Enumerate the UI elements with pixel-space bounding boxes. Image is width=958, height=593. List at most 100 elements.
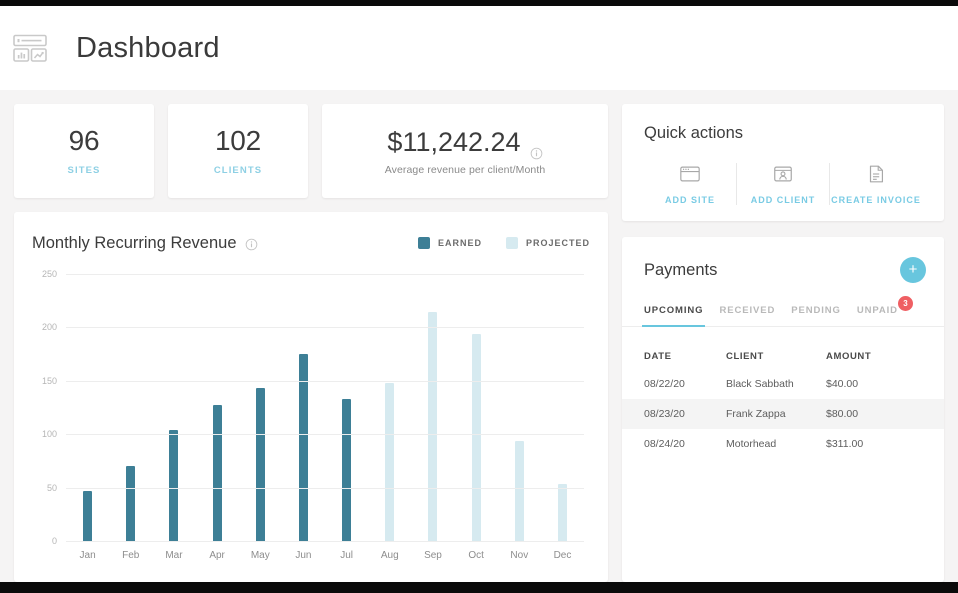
browser-window-icon (679, 163, 701, 185)
chart-bar-slot (498, 274, 541, 541)
create-invoice-button[interactable]: CREATE INVOICE (829, 163, 922, 205)
payments-table: DATE CLIENT AMOUNT 08/22/20 Black Sabbath… (622, 343, 944, 459)
document-icon (865, 163, 887, 185)
chart-y-tick-label: 200 (41, 322, 57, 333)
add-client-button[interactable]: ADD CLIENT (736, 163, 829, 205)
client-card-icon (772, 163, 794, 185)
chart-bar-may[interactable] (255, 388, 265, 541)
stat-card-revenue[interactable]: $11,242.24 Average revenue per client/Mo… (322, 104, 608, 198)
table-row[interactable]: 08/22/20 Black Sabbath $40.00 (622, 369, 944, 399)
chart-bar-feb[interactable] (126, 466, 136, 541)
legend-swatch-projected (505, 237, 518, 249)
chart-bar-slot (541, 274, 584, 541)
chart-bar-nov[interactable] (514, 440, 524, 541)
chart-y-tick-label: 250 (41, 269, 57, 279)
chart-x-label-jun: Jun (295, 550, 312, 561)
quick-actions-row: ADD SITE ADD CLIENT CREATE INVOICE (644, 163, 922, 205)
payment-date: 08/23/20 (644, 408, 685, 420)
chart-x-label-jul: Jul (340, 550, 354, 561)
chart-legend: EARNED PROJECTED (417, 237, 590, 249)
chart-gridline (66, 541, 584, 542)
payments-title: Payments (644, 260, 718, 279)
chart-x-label-nov: Nov (510, 550, 529, 561)
dashboard-layout-icon (10, 28, 50, 68)
legend-label: PROJECTED (525, 238, 590, 248)
legend-label: EARNED (437, 238, 482, 248)
payment-client: Frank Zappa (726, 408, 786, 420)
chart-bar-slot (196, 274, 239, 541)
chart-plot-area: 0 50 100 150 200 250 (42, 269, 584, 546)
legend-item-earned[interactable]: EARNED (417, 237, 482, 249)
chart-x-label-mar: Mar (165, 550, 183, 561)
chart-bar-jan[interactable] (83, 490, 93, 541)
chart-gridline (66, 487, 584, 489)
add-client-label: ADD CLIENT (750, 195, 816, 205)
chart-bar-slot (66, 274, 109, 541)
quick-actions-card: Quick actions ADD SITE ADD CLIENT CREATE… (622, 104, 944, 221)
payment-date: 08/22/20 (644, 378, 685, 390)
tab-unpaid[interactable]: UNPAID 3 (849, 296, 913, 326)
legend-swatch-earned (417, 237, 430, 249)
info-circle-icon[interactable] (530, 136, 543, 159)
chart-y-tick-label: 0 (51, 536, 57, 546)
chart-x-label-jan: Jan (79, 550, 96, 561)
info-circle-icon[interactable] (245, 237, 258, 250)
legend-item-projected[interactable]: PROJECTED (505, 237, 590, 249)
right-column: Quick actions ADD SITE ADD CLIENT CREATE… (622, 104, 944, 582)
table-row[interactable]: 08/23/20 Frank Zappa $80.00 (622, 399, 944, 429)
chart-gridline (66, 327, 584, 329)
chart-bar-slot (411, 274, 454, 541)
chart-gridline (66, 434, 584, 436)
revenue-value: $11,242.24 (387, 126, 521, 157)
payments-tabs: UPCOMING RECEIVED PENDING UNPAID 3 (622, 296, 944, 327)
stat-card-sites[interactable]: 96 SITES (14, 104, 154, 198)
chart-bar-slot (152, 274, 195, 541)
stats-row: 96 SITES 102 CLIENTS $11,242.24 Average … (14, 104, 608, 198)
add-site-label: ADD SITE (664, 195, 715, 205)
chart-bar-sep[interactable] (428, 312, 438, 541)
chart-title: Monthly Recurring Revenue (32, 233, 237, 252)
chart-x-label-apr: Apr (209, 550, 225, 561)
table-row[interactable]: 08/24/20 Motorhead $311.00 (622, 429, 944, 459)
quick-actions-title: Quick actions (644, 124, 744, 142)
clients-label: CLIENTS (213, 164, 263, 176)
add-site-button[interactable]: ADD SITE (644, 163, 736, 205)
tab-pending[interactable]: PENDING (783, 305, 849, 326)
chart-bar-apr[interactable] (212, 405, 222, 541)
chart-header: Monthly Recurring Revenue EARNED PROJECTE… (32, 230, 590, 256)
chart-bar-slot (368, 274, 411, 541)
stat-card-clients[interactable]: 102 CLIENTS (168, 104, 308, 198)
add-payment-button[interactable]: + (900, 257, 926, 283)
letterbox-bottom (0, 582, 958, 593)
payment-amount: $311.00 (826, 438, 864, 450)
chart-bar-slot (325, 274, 368, 541)
chart-bar-oct[interactable] (471, 333, 481, 541)
chart-x-axis-labels: Jan Feb Mar Apr May Jun Jul Aug Sep Oct Nov Dec (66, 550, 584, 572)
chart-bar-mar[interactable] (169, 429, 179, 541)
chart-bar-slot (239, 274, 282, 541)
payment-client: Black Sabbath (726, 378, 794, 390)
chart-bar-slot (109, 274, 152, 541)
payment-amount: $40.00 (826, 378, 859, 390)
chart-y-tick-label: 100 (41, 429, 57, 440)
chart-bar-jun[interactable] (298, 354, 308, 541)
chart-x-label-dec: Dec (553, 550, 572, 561)
tab-upcoming[interactable]: UPCOMING (636, 305, 711, 327)
page-title: Dashboard (76, 31, 220, 64)
chart-bar-dec[interactable] (557, 484, 567, 541)
chart-x-label-feb: Feb (122, 550, 140, 561)
clients-value: 102 (214, 125, 262, 157)
revenue-subtitle: Average revenue per client/Month (384, 163, 546, 176)
payments-card: Payments + UPCOMING RECEIVED PENDING UNPAID… (622, 237, 944, 582)
column-header-date: DATE (644, 350, 672, 362)
chart-bar-aug[interactable] (385, 382, 395, 541)
chart-gridline (66, 274, 584, 275)
chart-title-row: Monthly Recurring Revenue (32, 234, 258, 253)
payments-header: Payments + (622, 257, 944, 283)
chart-y-tick-label: 50 (46, 482, 57, 493)
left-column: 96 SITES 102 CLIENTS $11,242.24 Average … (14, 104, 608, 582)
chart-bar-jul[interactable] (342, 398, 352, 541)
tab-received[interactable]: RECEIVED (711, 305, 783, 326)
create-invoice-label: CREATE INVOICE (831, 195, 921, 205)
chart-x-label-sep: Sep (424, 550, 442, 561)
